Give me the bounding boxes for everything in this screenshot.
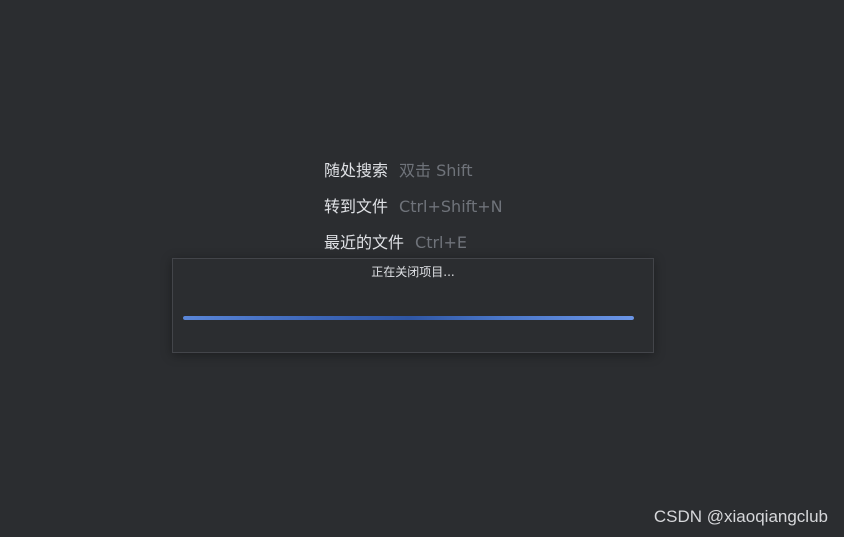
empty-editor-hints: 随处搜索 双击 Shift 转到文件 Ctrl+Shift+N 最近的文件 Ct… bbox=[324, 160, 503, 268]
hint-shortcut: Ctrl+E bbox=[415, 233, 467, 252]
progress-title: 正在关闭项目... bbox=[371, 265, 455, 279]
hint-label: 转到文件 bbox=[324, 197, 389, 216]
hint-label: 最近的文件 bbox=[324, 233, 405, 252]
progress-bar bbox=[183, 316, 634, 320]
watermark: CSDN @xiaoqiangclub bbox=[653, 507, 828, 526]
hint-shortcut: 双击 Shift bbox=[399, 161, 473, 180]
hint-shortcut: Ctrl+Shift+N bbox=[399, 197, 503, 216]
hint-search-everywhere: 随处搜索 双击 Shift bbox=[324, 160, 503, 196]
progress-fill bbox=[183, 316, 634, 320]
hint-go-to-file: 转到文件 Ctrl+Shift+N bbox=[324, 196, 503, 232]
hint-label: 随处搜索 bbox=[324, 161, 389, 180]
progress-dialog: 正在关闭项目... bbox=[172, 258, 654, 353]
